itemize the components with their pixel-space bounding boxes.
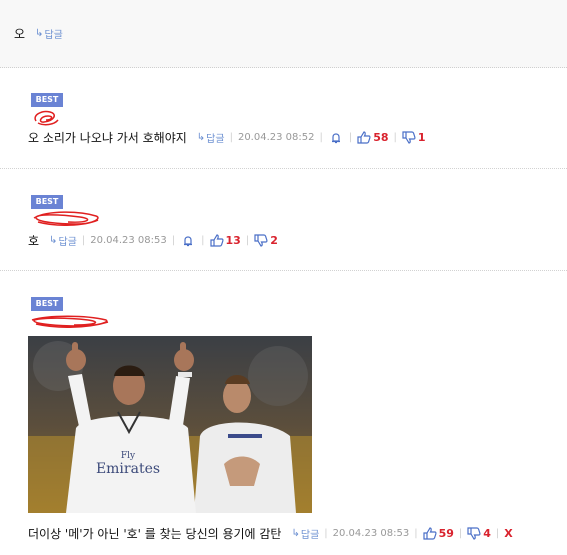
attached-photo: Emirates Fly (28, 336, 312, 513)
redacted-username-scribble (31, 315, 109, 328)
best-badge: BEST (31, 195, 63, 209)
thumbs-down-icon (402, 131, 416, 144)
thumbs-down-icon (467, 527, 481, 540)
downvote-count: 4 (483, 527, 491, 540)
divider: | (319, 132, 323, 143)
comment-row-3: 더이상 '메'가 아닌 '호' 를 찾는 당신의 용기에 감탄 ↳ 답글 | 20… (28, 525, 513, 542)
thumbs-up-icon (422, 527, 437, 540)
bell-icon[interactable] (182, 235, 194, 247)
divider: | (393, 132, 397, 143)
downvote-button[interactable]: 4 (467, 527, 491, 540)
comment-date: 20.04.23 08:52 (237, 132, 315, 143)
divider: | (229, 132, 233, 143)
best-badge: BEST (31, 93, 63, 107)
thumbs-down-icon (254, 234, 268, 247)
reply-arrow-icon: ↳ (291, 528, 300, 539)
comment-text: 오 소리가 나오냐 가서 호해야지 (28, 131, 187, 145)
divider: | (171, 235, 176, 246)
upvote-button[interactable]: 58 (357, 131, 389, 144)
reply-arrow-icon: ↳ (196, 132, 206, 143)
comment-text: 더이상 '메'가 아닌 '호' 를 찾는 당신의 용기에 감탄 (28, 527, 282, 541)
divider: | (324, 528, 328, 539)
divider: | (458, 528, 463, 539)
comment-row-0: 오 ↳ 답글 (14, 25, 63, 42)
divider: | (495, 528, 500, 539)
downvote-button[interactable]: 2 (254, 234, 278, 247)
divider: | (348, 132, 353, 143)
upvote-button[interactable]: 59 (422, 527, 454, 540)
downvote-button[interactable]: 1 (402, 131, 426, 144)
comment-row-1: 오 소리가 나오냐 가서 호해야지 ↳ 답글 | 20.04.23 08:52 |… (28, 129, 426, 146)
divider: | (245, 235, 250, 246)
redacted-username-scribble (33, 211, 99, 226)
bell-icon[interactable] (330, 132, 342, 144)
top-comment-area (0, 0, 567, 68)
comment-date: 20.04.23 08:53 (90, 235, 167, 246)
best-badge: BEST (31, 297, 63, 311)
upvote-count: 13 (225, 234, 241, 247)
thumbs-up-icon (357, 131, 371, 144)
reply-link[interactable]: ↳ 답글 (49, 233, 77, 248)
reply-link[interactable]: ↳ 답글 (291, 526, 319, 541)
svg-text:Emirates: Emirates (96, 461, 160, 477)
separator (0, 270, 567, 271)
separator (0, 168, 567, 169)
thumbs-up-icon (209, 234, 223, 247)
reply-link[interactable]: ↳ 답글 (35, 26, 63, 41)
reply-link[interactable]: ↳ 답글 (197, 130, 225, 145)
divider: | (201, 235, 205, 246)
upvote-count: 58 (373, 131, 389, 144)
reply-arrow-icon: ↳ (49, 235, 58, 246)
divider: | (81, 235, 86, 246)
downvote-count: 2 (270, 234, 278, 247)
comment-row-2: 호 ↳ 답글 | 20.04.23 08:53 | | 13 | 2 (28, 232, 278, 249)
reply-arrow-icon: ↳ (35, 28, 44, 39)
comment-text: 오 (14, 27, 26, 41)
comment-date: 20.04.23 08:53 (332, 528, 410, 539)
comment-text: 호 (28, 234, 40, 248)
upvote-count: 59 (438, 527, 454, 540)
downvote-count: 1 (417, 131, 426, 144)
delete-button[interactable]: X (504, 527, 512, 540)
svg-text:Fly: Fly (121, 451, 136, 461)
football-players-image: Emirates Fly (28, 336, 312, 513)
divider: | (414, 528, 418, 539)
redacted-username-scribble (34, 110, 59, 126)
upvote-button[interactable]: 13 (209, 234, 241, 247)
